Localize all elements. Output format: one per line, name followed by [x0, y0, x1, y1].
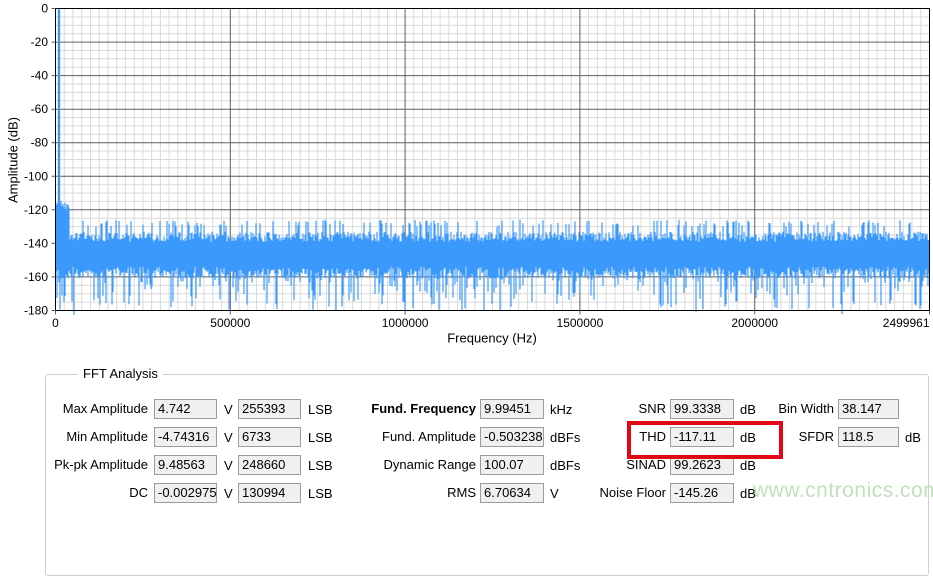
- watermark-text: www.cntronics.com: [753, 479, 933, 502]
- min-amplitude-unit: V: [224, 430, 233, 445]
- pk-pk-amplitude-unit: V: [224, 458, 233, 473]
- pk-pk-amplitude-lsb-field[interactable]: 248660: [238, 455, 301, 475]
- max-amplitude-lsb-unit: LSB: [308, 402, 333, 417]
- pk-pk-amplitude-lsb-unit: LSB: [308, 458, 333, 473]
- rms-value-field[interactable]: 6.70634: [480, 483, 544, 503]
- fund-frequency-value-field[interactable]: 9.99451: [480, 399, 544, 419]
- y-tick-label: 0: [41, 2, 48, 16]
- noise-floor-label: Noise Floor: [599, 485, 666, 500]
- dynamic-range-value-field[interactable]: 100.07: [480, 455, 544, 475]
- min-amplitude-lsb-field[interactable]: 6733: [238, 427, 301, 447]
- x-tick-label: 2499961: [883, 316, 930, 330]
- noise-floor-value-field[interactable]: -145.26: [670, 483, 734, 503]
- y-tick-label: -60: [31, 102, 49, 116]
- dc-lsb-field[interactable]: 130994: [238, 483, 301, 503]
- y-tick-label: -120: [24, 203, 48, 217]
- rms-label: RMS: [447, 485, 476, 500]
- max-amplitude-value-field[interactable]: 4.742: [154, 399, 217, 419]
- min-amplitude-value-field[interactable]: -4.74316: [154, 427, 217, 447]
- sfdr-label: SFDR: [798, 429, 834, 444]
- sinad-unit: dB: [740, 458, 756, 473]
- x-tick-label: 500000: [210, 316, 250, 330]
- min-amplitude-label: Min Amplitude: [66, 429, 148, 444]
- x-tick-label: 2000000: [731, 316, 778, 330]
- sinad-value-field[interactable]: 99.2623: [670, 455, 734, 475]
- min-amplitude-lsb-unit: LSB: [308, 430, 333, 445]
- pk-pk-amplitude-value-field[interactable]: 9.48563: [154, 455, 217, 475]
- thd-label: THD: [639, 429, 666, 444]
- y-axis-title: Amplitude (dB): [5, 117, 21, 203]
- max-amplitude-label: Max Amplitude: [62, 401, 148, 416]
- bin-width-label: Bin Width: [778, 401, 834, 416]
- sfdr-value-field[interactable]: 118.5: [838, 427, 899, 447]
- y-tick-label: -80: [31, 136, 49, 150]
- x-tick-label: 1000000: [382, 316, 429, 330]
- x-tick-label: 0: [52, 316, 59, 330]
- dc-lsb-unit: LSB: [308, 486, 333, 501]
- fft-analysis-title: FFT Analysis: [78, 366, 163, 381]
- pk-pk-amplitude-label: Pk-pk Amplitude: [54, 457, 148, 472]
- dynamic-range-label: Dynamic Range: [383, 457, 477, 472]
- fft-spectrum-chart: 0 -20 -40 -60 -80 -100 -120 -140 -160 -180 0 500000…: [0, 0, 933, 360]
- sfdr-unit: dB: [905, 430, 921, 445]
- y-tick-label: -100: [24, 169, 48, 183]
- fund-frequency-label: Fund. Frequency: [371, 401, 476, 416]
- snr-label: SNR: [638, 401, 666, 416]
- x-tick-label: 1500000: [557, 316, 604, 330]
- max-amplitude-lsb-field[interactable]: 255393: [238, 399, 301, 419]
- dc-label: DC: [129, 485, 148, 500]
- y-tick-label: -160: [24, 270, 48, 284]
- max-amplitude-unit: V: [224, 402, 233, 417]
- spectrum-plot: 0 -20 -40 -60 -80 -100 -120 -140 -160 -180 0 500000…: [24, 2, 930, 330]
- dc-unit: V: [224, 486, 233, 501]
- x-axis-title: Frequency (Hz): [447, 330, 537, 346]
- y-tick-label: -20: [31, 35, 49, 49]
- fund-amplitude-label: Fund. Amplitude: [382, 429, 476, 444]
- bin-width-value-field[interactable]: 38.147: [838, 399, 899, 419]
- fund-amplitude-value-field[interactable]: -0.503238: [480, 427, 544, 447]
- y-tick-label: -180: [24, 304, 48, 318]
- y-tick-label: -40: [31, 69, 49, 83]
- dc-value-field[interactable]: -0.002975: [154, 483, 217, 503]
- y-tick-label: -140: [24, 236, 48, 250]
- sinad-label: SINAD: [626, 457, 666, 472]
